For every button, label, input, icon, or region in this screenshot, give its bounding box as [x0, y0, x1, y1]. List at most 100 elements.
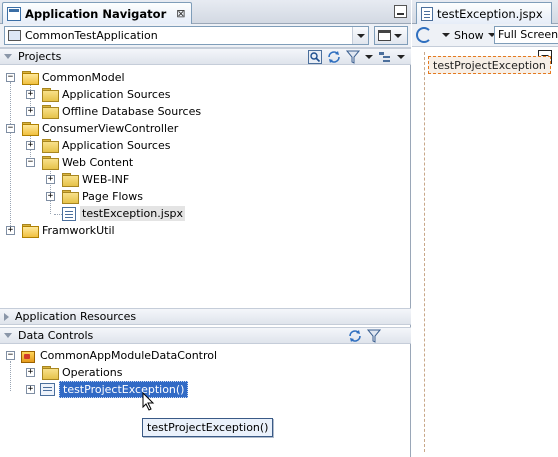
- tree-node-application-sources-2[interactable]: + Application Sources: [26, 137, 170, 154]
- projects-tree: − CommonModel + Application Sources + Of…: [0, 66, 411, 306]
- data-controls-section-title: Data Controls: [18, 329, 94, 342]
- folder-icon: [42, 139, 59, 153]
- tree-node-label: CommonModel: [42, 71, 125, 84]
- tree-node-label: ConsumerViewController: [42, 122, 179, 135]
- view-size-combo[interactable]: Full Screen Size: [494, 26, 558, 44]
- editor-tab-label: testException.jspx: [437, 6, 543, 21]
- app-navigator-icon: [7, 6, 21, 21]
- search-icon[interactable]: [308, 50, 322, 64]
- projects-section-header[interactable]: Projects: [0, 48, 411, 65]
- tree-node-label: FramworkUtil: [42, 224, 115, 237]
- project-icon: [22, 71, 39, 85]
- navigator-tabstrip: Application Navigator ⊠: [0, 0, 411, 24]
- show-label: Show: [454, 28, 484, 42]
- collapse-icon[interactable]: −: [6, 351, 15, 360]
- chevron-down-icon[interactable]: [442, 33, 450, 37]
- application-selector-row: CommonTestApplication: [0, 24, 411, 48]
- folder-icon: [42, 105, 59, 119]
- tree-node-label: Application Sources: [62, 88, 171, 101]
- tree-node-application-sources[interactable]: + Application Sources: [26, 86, 170, 103]
- tree-node-commonappmoduledatacontrol[interactable]: − CommonAppModuleDataControl: [6, 347, 217, 364]
- tree-node-web-content[interactable]: − Web Content: [26, 154, 133, 171]
- sync-icon[interactable]: [327, 50, 341, 64]
- tree-node-label: WEB-INF: [82, 173, 130, 186]
- data-controls-tree: − CommonAppModuleDataControl + Operation…: [0, 345, 411, 457]
- testprojectexception-component[interactable]: testProjectException: [428, 56, 551, 74]
- mouse-cursor-icon: [142, 392, 155, 411]
- application-icon: [8, 30, 21, 41]
- tab-application-navigator[interactable]: Application Navigator ⊠: [2, 2, 193, 24]
- editor-toolbar: Show Full Screen Size: [412, 24, 558, 47]
- chevron-down-icon[interactable]: [352, 27, 368, 44]
- minimize-icon[interactable]: [394, 5, 407, 18]
- tree-node-label: testException.jspx: [80, 206, 186, 221]
- page-icon: [421, 6, 433, 21]
- tree-node-label: Offline Database Sources: [62, 105, 202, 118]
- data-controls-toolbar: [348, 329, 381, 343]
- tree-node-framworkutil[interactable]: + FramworkUtil: [6, 222, 115, 239]
- projects-section-title: Projects: [18, 50, 62, 63]
- project-icon: [22, 122, 39, 136]
- collapse-triangle-icon[interactable]: [4, 333, 12, 338]
- close-icon[interactable]: ⊠: [176, 7, 185, 20]
- filter-icon[interactable]: [367, 329, 381, 343]
- tree-node-testexception-jspx[interactable]: testException.jspx: [62, 205, 186, 222]
- tree-node-page-flows[interactable]: + Page Flows: [46, 188, 143, 205]
- folder-icon: [42, 366, 59, 380]
- application-resources-section-header[interactable]: Application Resources: [0, 308, 411, 325]
- expand-icon[interactable]: +: [46, 192, 55, 201]
- expand-icon[interactable]: +: [26, 90, 35, 99]
- tree-node-operations[interactable]: + Operations: [26, 364, 122, 381]
- folder-icon: [42, 156, 59, 170]
- expand-icon[interactable]: +: [6, 226, 15, 235]
- expand-icon[interactable]: +: [26, 385, 35, 394]
- application-resources-section-title: Application Resources: [15, 310, 137, 323]
- drag-tooltip: testProjectException(): [142, 418, 274, 437]
- collapse-triangle-icon[interactable]: [4, 54, 12, 59]
- page-boundary: [424, 52, 425, 452]
- chevron-down-icon[interactable]: [365, 55, 373, 59]
- tree-node-label: Operations: [62, 366, 123, 379]
- application-menu-button[interactable]: [374, 26, 408, 45]
- window-icon: [378, 30, 391, 41]
- folder-icon: [62, 190, 79, 204]
- tree-node-label: Application Sources: [62, 139, 171, 152]
- collapse-icon[interactable]: −: [6, 124, 15, 133]
- tree-node-label: Web Content: [62, 156, 134, 169]
- folder-icon: [62, 173, 79, 187]
- tree-node-consumerviewcontroller[interactable]: − ConsumerViewController: [6, 120, 178, 137]
- data-control-icon: [20, 349, 36, 363]
- expand-icon[interactable]: +: [26, 368, 35, 377]
- chevron-down-icon: [394, 33, 402, 38]
- tree-options-icon[interactable]: [378, 50, 392, 64]
- expand-icon[interactable]: +: [26, 107, 35, 116]
- page-icon: [62, 206, 76, 221]
- application-combo-value: CommonTestApplication: [25, 29, 158, 42]
- tree-node-testprojectexception[interactable]: + testProjectException(): [26, 381, 189, 398]
- show-menu[interactable]: Show: [454, 29, 496, 42]
- application-navigator-panel: Application Navigator ⊠ CommonTestApplic…: [0, 0, 411, 457]
- collapse-icon[interactable]: −: [26, 158, 35, 167]
- method-icon: [40, 383, 55, 396]
- application-combo[interactable]: CommonTestApplication: [4, 26, 369, 45]
- sync-icon[interactable]: [348, 329, 362, 343]
- chevron-down-icon[interactable]: [397, 55, 405, 59]
- collapse-icon[interactable]: −: [6, 73, 15, 82]
- project-icon: [22, 224, 39, 238]
- expand-triangle-icon[interactable]: [4, 312, 9, 321]
- tree-node-web-inf[interactable]: + WEB-INF: [46, 171, 129, 188]
- editor-tabstrip: testException.jspx: [412, 0, 558, 24]
- tree-node-commonmodel[interactable]: − CommonModel: [6, 69, 125, 86]
- design-canvas[interactable]: testProjectException: [412, 48, 558, 457]
- data-controls-section-header[interactable]: Data Controls: [0, 327, 411, 344]
- folder-icon: [42, 88, 59, 102]
- tree-node-offline-database-sources[interactable]: + Offline Database Sources: [26, 103, 201, 120]
- tree-node-label: CommonAppModuleDataControl: [40, 349, 218, 362]
- editor-panel: testException.jspx Show Full Screen Size…: [412, 0, 558, 457]
- tab-testexception-jspx[interactable]: testException.jspx: [416, 2, 552, 24]
- filter-icon[interactable]: [346, 50, 360, 64]
- tab-application-navigator-label: Application Navigator: [25, 6, 167, 21]
- expand-icon[interactable]: +: [26, 141, 35, 150]
- expand-icon[interactable]: +: [46, 175, 55, 184]
- refresh-icon[interactable]: [416, 27, 432, 43]
